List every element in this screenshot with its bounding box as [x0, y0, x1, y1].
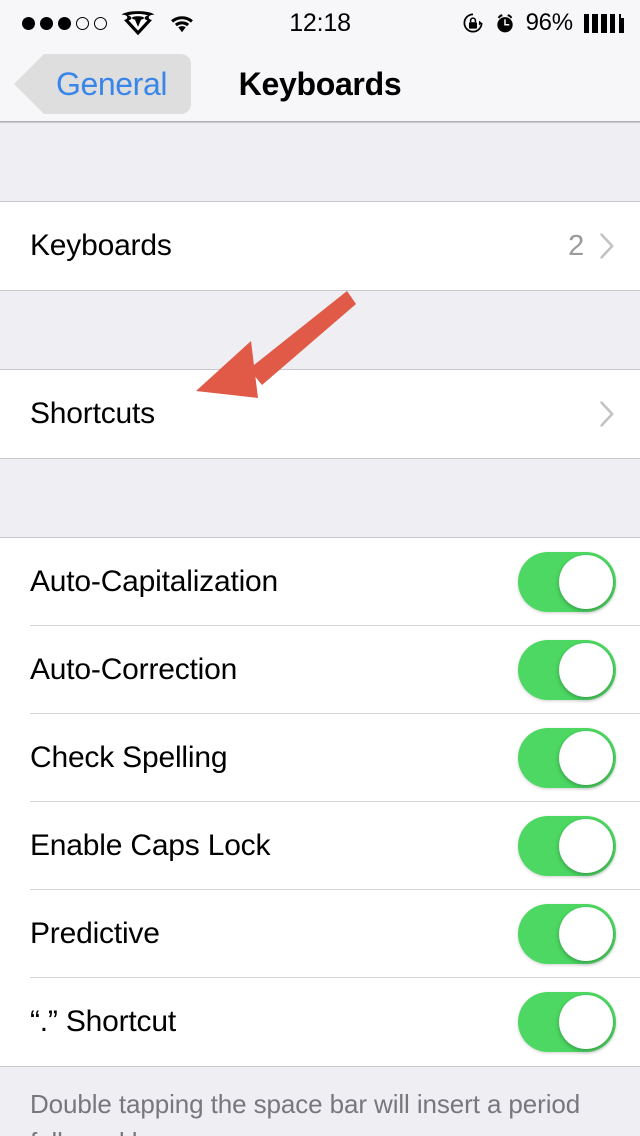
chevron-right-icon — [600, 233, 614, 259]
section-gap-middle-2 — [0, 458, 640, 538]
group-keyboard-options: Auto-Capitalization Auto-Correction Chec… — [0, 538, 640, 1066]
row-predictive[interactable]: Predictive — [0, 890, 640, 978]
rotation-lock-icon — [463, 13, 483, 33]
row-shortcuts-label: Shortcuts — [30, 397, 155, 430]
iphone-settings-screen: 12:18 96% General Keyboards Keyboards 2 … — [0, 0, 640, 1136]
row-auto-correction-label: Auto-Correction — [30, 653, 238, 686]
row-keyboards-value: 2 — [568, 229, 584, 262]
row-predictive-label: Predictive — [30, 917, 160, 950]
row-auto-correction[interactable]: Auto-Correction — [0, 626, 640, 714]
toggle-predictive[interactable] — [518, 904, 616, 964]
row-check-spelling[interactable]: Check Spelling — [0, 714, 640, 802]
back-button-general[interactable]: General — [14, 54, 192, 114]
row-check-spelling-label: Check Spelling — [30, 741, 228, 774]
row-auto-capitalization-label: Auto-Capitalization — [30, 565, 279, 598]
row-enable-caps-lock-label: Enable Caps Lock — [30, 829, 271, 862]
status-bar-right: 96% — [462, 0, 624, 46]
back-button-label: General — [56, 65, 168, 102]
section-footer: Double tapping the space bar will insert… — [0, 1066, 640, 1136]
section-gap-top — [0, 122, 640, 202]
group-shortcuts: Shortcuts — [0, 370, 640, 458]
group-keyboards: Keyboards 2 — [0, 202, 640, 290]
row-keyboards[interactable]: Keyboards 2 — [0, 202, 640, 290]
toggle-period-shortcut[interactable] — [518, 992, 616, 1052]
row-period-shortcut-label: “.” Shortcut — [30, 1005, 176, 1038]
toggle-auto-capitalization[interactable] — [518, 552, 616, 612]
row-keyboards-label: Keyboards — [30, 229, 172, 262]
row-auto-capitalization[interactable]: Auto-Capitalization — [0, 538, 640, 626]
settings-list: Keyboards 2 Shortcuts Auto-Capitalizatio… — [0, 122, 640, 1136]
navigation-bar: General Keyboards — [0, 46, 640, 122]
row-enable-caps-lock[interactable]: Enable Caps Lock — [0, 802, 640, 890]
section-gap-middle-1 — [0, 290, 640, 370]
row-period-shortcut[interactable]: “.” Shortcut — [0, 978, 640, 1066]
chevron-right-icon — [600, 401, 614, 427]
status-bar-clock: 12:18 — [289, 8, 351, 37]
battery-bars-icon — [583, 13, 624, 33]
alarm-clock-icon — [496, 13, 513, 32]
section-footer-text: Double tapping the space bar will insert… — [30, 1089, 581, 1136]
toggle-enable-caps-lock[interactable] — [518, 816, 616, 876]
status-bar: 12:18 96% — [0, 0, 640, 46]
battery-percentage-label: 96% — [525, 9, 573, 36]
toggle-check-spelling[interactable] — [518, 728, 616, 788]
row-shortcuts[interactable]: Shortcuts — [0, 370, 640, 458]
toggle-auto-correction[interactable] — [518, 640, 616, 700]
